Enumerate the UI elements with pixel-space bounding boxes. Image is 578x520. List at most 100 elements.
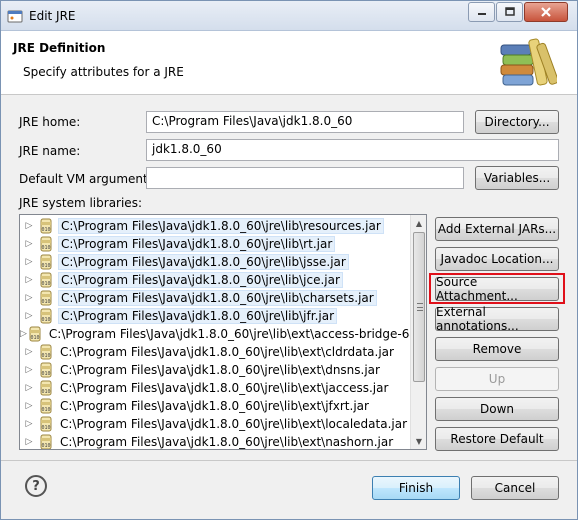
jar-icon: 010 (38, 398, 54, 414)
minimize-icon (477, 13, 486, 15)
jar-icon: 010 (38, 416, 54, 432)
svg-text:010: 010 (41, 281, 50, 287)
library-path: C:\Program Files\Java\jdk1.8.0_60\jre\li… (58, 290, 377, 306)
directory-button[interactable]: Directory... (475, 110, 559, 134)
library-row[interactable]: ▷ 010 C:\Program Files\Java\jdk1.8.0_60\jr… (20, 253, 410, 271)
window-title: Edit JRE (29, 9, 76, 23)
library-row[interactable]: ▷ 010 C:\Program Files\Java\jdk1.8.0_60\jr… (20, 379, 410, 397)
scroll-thumb[interactable] (413, 232, 425, 382)
svg-text:010: 010 (41, 389, 50, 395)
jar-icon: 010 (38, 362, 54, 378)
add-external-jars-button[interactable]: Add External JARs... (435, 217, 559, 241)
library-path: C:\Program Files\Java\jdk1.8.0_60\jre\li… (60, 417, 408, 431)
library-path: C:\Program Files\Java\jdk1.8.0_60\jre\li… (60, 399, 369, 413)
svg-text:010: 010 (41, 227, 50, 233)
library-row[interactable]: ▷ 010 C:\Program Files\Java\jdk1.8.0_60\jr… (20, 397, 410, 415)
javadoc-location-button[interactable]: Javadoc Location... (435, 247, 559, 271)
svg-text:010: 010 (41, 425, 50, 431)
close-icon (541, 7, 551, 17)
library-path: C:\Program Files\Java\jdk1.8.0_60\jre\li… (58, 218, 384, 234)
svg-text:010: 010 (41, 245, 50, 251)
title-bar: Edit JRE (1, 1, 577, 31)
expand-arrow-icon[interactable]: ▷ (20, 437, 38, 447)
svg-text:010: 010 (30, 335, 39, 341)
library-row[interactable]: ▷ 010 C:\Program Files\Java\jdk1.8.0_60\jr… (20, 217, 410, 235)
library-path: C:\Program Files\Java\jdk1.8.0_60\jre\li… (48, 327, 427, 341)
jre-home-field[interactable]: C:\Program Files\Java\jdk1.8.0_60 (146, 111, 464, 133)
jar-icon: 010 (38, 344, 54, 360)
down-button[interactable]: Down (435, 397, 559, 421)
header-title: JRE Definition (13, 41, 106, 55)
expand-arrow-icon[interactable]: ▷ (20, 329, 27, 339)
svg-text:010: 010 (41, 317, 50, 323)
expand-arrow-icon[interactable]: ▷ (20, 275, 38, 285)
expand-arrow-icon[interactable]: ▷ (20, 383, 38, 393)
expand-arrow-icon[interactable]: ▷ (20, 347, 38, 357)
expand-arrow-icon[interactable]: ▷ (20, 221, 38, 231)
jar-icon: 010 (38, 434, 54, 449)
expand-arrow-icon[interactable]: ▷ (20, 365, 38, 375)
svg-text:010: 010 (41, 299, 50, 305)
jar-icon: 010 (38, 236, 54, 252)
scroll-down-arrow[interactable]: ▼ (411, 433, 426, 449)
up-button[interactable]: Up (435, 367, 559, 391)
system-libraries-label: JRE system libraries: (19, 196, 142, 210)
library-row[interactable]: ▷ 010 C:\Program Files\Java\jdk1.8.0_60\jr… (20, 433, 410, 449)
library-path: C:\Program Files\Java\jdk1.8.0_60\jre\li… (58, 236, 336, 252)
expand-arrow-icon[interactable]: ▷ (20, 311, 38, 321)
restore-default-button[interactable]: Restore Default (435, 427, 559, 451)
expand-arrow-icon[interactable]: ▷ (20, 239, 38, 249)
minimize-button[interactable] (468, 2, 495, 22)
header-description: Specify attributes for a JRE (23, 65, 184, 79)
expand-arrow-icon[interactable]: ▷ (20, 401, 38, 411)
jar-icon: 010 (38, 218, 54, 234)
scroll-up-arrow[interactable]: ▲ (411, 215, 426, 231)
vm-arguments-field[interactable] (146, 167, 464, 189)
close-button[interactable] (524, 2, 568, 22)
library-row[interactable]: ▷ 010 C:\Program Files\Java\jdk1.8.0_60\jr… (20, 361, 410, 379)
system-libraries-tree[interactable]: ▷ 010 C:\Program Files\Java\jdk1.8.0_60\jr… (19, 214, 427, 450)
jar-icon: 010 (27, 326, 43, 342)
cancel-button[interactable]: Cancel (471, 476, 559, 500)
jar-icon: 010 (38, 272, 54, 288)
expand-arrow-icon[interactable]: ▷ (20, 419, 38, 429)
jar-icon: 010 (38, 308, 54, 324)
vertical-scrollbar[interactable]: ▲ ▼ (410, 215, 426, 449)
library-row[interactable]: ▷ 010 C:\Program Files\Java\jdk1.8.0_60\jr… (20, 307, 410, 325)
books-icon (500, 38, 557, 86)
jre-home-label: JRE home: (19, 115, 81, 129)
footer-divider (1, 460, 577, 461)
finish-button[interactable]: Finish (372, 476, 460, 500)
svg-text:010: 010 (41, 443, 50, 449)
library-path: C:\Program Files\Java\jdk1.8.0_60\jre\li… (60, 435, 394, 449)
svg-text:010: 010 (41, 353, 50, 359)
remove-button[interactable]: Remove (435, 337, 559, 361)
external-annotations-button[interactable]: External annotations... (435, 305, 559, 333)
library-path: C:\Program Files\Java\jdk1.8.0_60\jre\li… (58, 254, 349, 270)
jar-icon: 010 (38, 254, 54, 270)
jre-name-label: JRE name: (19, 144, 81, 158)
library-row[interactable]: ▷ 010 C:\Program Files\Java\jdk1.8.0_60\jr… (20, 271, 410, 289)
library-path: C:\Program Files\Java\jdk1.8.0_60\jre\li… (58, 308, 338, 324)
library-row[interactable]: ▷ 010 C:\Program Files\Java\jdk1.8.0_60\jr… (20, 289, 410, 307)
library-path: C:\Program Files\Java\jdk1.8.0_60\jre\li… (58, 272, 343, 288)
library-row[interactable]: ▷ 010 C:\Program Files\Java\jdk1.8.0_60\jr… (20, 235, 410, 253)
jar-icon: 010 (38, 290, 54, 306)
expand-arrow-icon[interactable]: ▷ (20, 257, 38, 267)
svg-text:010: 010 (41, 371, 50, 377)
jre-name-field[interactable]: jdk1.8.0_60 (146, 139, 559, 161)
library-row[interactable]: ▷ 010 C:\Program Files\Java\jdk1.8.0_60\jr… (20, 415, 410, 433)
svg-text:010: 010 (41, 263, 50, 269)
library-row[interactable]: ▷ 010 C:\Program Files\Java\jdk1.8.0_60\jr… (20, 343, 410, 361)
dialog-header: JRE Definition Specify attributes for a … (1, 31, 577, 95)
help-icon: ? (32, 478, 40, 494)
help-button[interactable]: ? (25, 475, 47, 497)
vm-arguments-label: Default VM arguments: (19, 172, 159, 186)
java-app-icon (7, 10, 23, 23)
expand-arrow-icon[interactable]: ▷ (20, 293, 38, 303)
variables-button[interactable]: Variables... (475, 166, 559, 190)
library-path: C:\Program Files\Java\jdk1.8.0_60\jre\li… (60, 345, 394, 359)
edit-jre-dialog: Edit JRE JRE Definition Specify attribut… (0, 0, 578, 520)
library-row[interactable]: ▷ 010 C:\Program Files\Java\jdk1.8.0_60\jr… (20, 325, 426, 343)
maximize-button[interactable] (496, 2, 523, 22)
